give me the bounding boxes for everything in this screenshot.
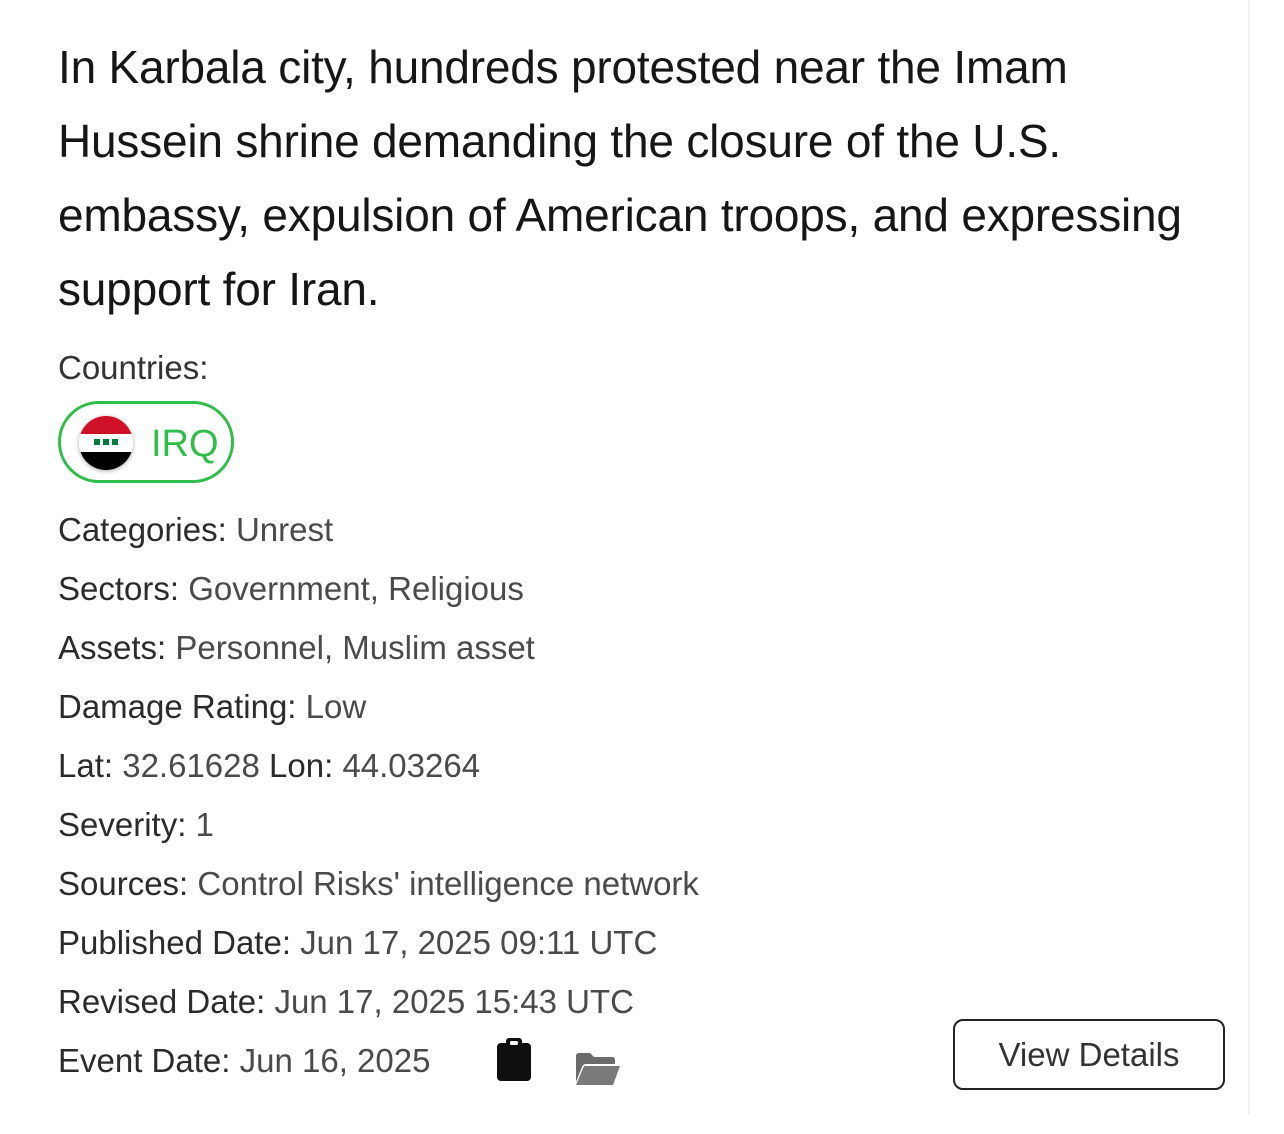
assets-value: Personnel, Muslim asset xyxy=(175,629,535,666)
folder-open-icon[interactable] xyxy=(574,1052,622,1086)
categories-label: Categories: xyxy=(58,511,227,548)
countries-label: Countries: xyxy=(58,349,209,386)
country-chip-irq[interactable]: IRQ xyxy=(58,401,234,483)
iraq-flag-icon xyxy=(79,416,133,470)
revised-date-label: Revised Date: xyxy=(58,983,266,1020)
damage-rating-label: Damage Rating: xyxy=(58,688,297,725)
event-date-value: Jun 16, 2025 xyxy=(239,1042,431,1079)
published-date-row: Published Date: Jun 17, 2025 09:11 UTC xyxy=(58,921,657,965)
sectors-row: Sectors: Government, Religious xyxy=(58,567,524,611)
published-date-label: Published Date: xyxy=(58,924,291,961)
lon-value: 44.03264 xyxy=(342,747,481,784)
severity-value: 1 xyxy=(195,806,214,843)
lat-value: 32.61628 xyxy=(122,747,260,784)
lat-label: Lat: xyxy=(58,747,114,784)
coordinates-row: Lat: 32.61628 Lon: 44.03264 xyxy=(58,744,480,788)
damage-rating-value: Low xyxy=(305,688,367,725)
event-date-label: Event Date: xyxy=(58,1042,231,1079)
sectors-label: Sectors: xyxy=(58,570,180,607)
event-headline: In Karbala city, hundreds protested near… xyxy=(58,41,1182,315)
country-code: IRQ xyxy=(151,423,219,465)
sources-value: Control Risks' intelligence network xyxy=(197,865,699,902)
categories-value: Unrest xyxy=(235,511,334,548)
clipboard-icon[interactable] xyxy=(496,1038,532,1082)
sources-label: Sources: xyxy=(58,865,189,902)
event-card: In Karbala city, hundreds protested near… xyxy=(0,0,1250,1114)
severity-label: Severity: xyxy=(58,806,187,843)
event-date-row: Event Date: Jun 16, 2025 xyxy=(58,1039,430,1083)
severity-row: Severity: 1 xyxy=(58,803,214,847)
damage-rating-row: Damage Rating: Low xyxy=(58,685,366,729)
view-details-button[interactable]: View Details xyxy=(953,1019,1225,1090)
published-date-value: Jun 17, 2025 09:11 UTC xyxy=(300,924,658,961)
sources-row: Sources: Control Risks' intelligence net… xyxy=(58,862,699,906)
assets-row: Assets: Personnel, Muslim asset xyxy=(58,626,535,670)
revised-date-row: Revised Date: Jun 17, 2025 15:43 UTC xyxy=(58,980,634,1024)
lon-label: Lon: xyxy=(269,747,334,784)
sectors-value: Government, Religious xyxy=(188,570,524,607)
revised-date-value: Jun 17, 2025 15:43 UTC xyxy=(274,983,635,1020)
assets-label: Assets: xyxy=(58,629,167,666)
categories-row: Categories: Unrest xyxy=(58,508,333,552)
